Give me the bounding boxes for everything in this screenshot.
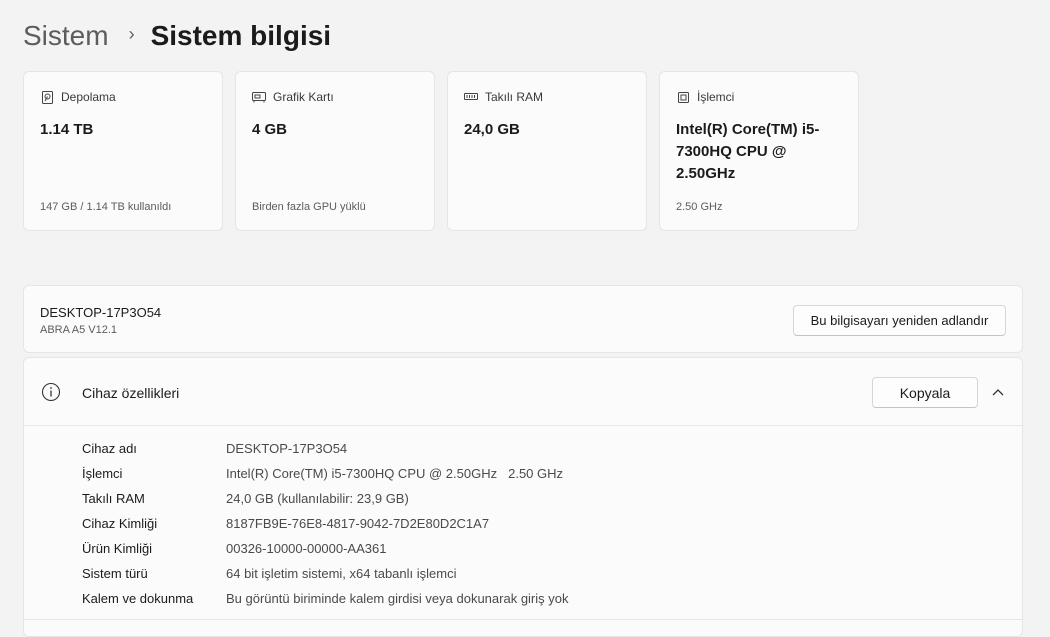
card-subtitle: Birden fazla GPU yüklü xyxy=(252,201,366,213)
spec-label: Ürün Kimliği xyxy=(82,541,153,556)
summary-cards: Depolama 1.14 TB 147 GB / 1.14 TB kullan… xyxy=(23,71,859,231)
card-subtitle: 2.50 GHz xyxy=(676,201,723,213)
spec-value: DESKTOP-17P3O54 xyxy=(226,441,348,456)
spec-row-processor: İşlemci Intel(R) Core(TM) i5-7300HQ CPU … xyxy=(82,461,569,486)
spec-value: 64 bit işletim sistemi, x64 tabanlı işle… xyxy=(226,566,457,581)
specs-title: Cihaz özellikleri xyxy=(82,385,180,401)
card-title: Takılı RAM xyxy=(485,90,544,104)
card-title: İşlemci xyxy=(697,90,735,104)
spec-row-pen-touch: Kalem ve dokunma Bu görüntü biriminde ka… xyxy=(82,586,569,611)
card-processor: İşlemci Intel(R) Core(TM) i5-7300HQ CPU … xyxy=(659,71,859,231)
spec-value: Intel(R) Core(TM) i5-7300HQ CPU @ 2.50GH… xyxy=(226,466,498,481)
info-icon xyxy=(41,382,61,402)
card-title: Grafik Kartı xyxy=(273,90,334,104)
spec-value: Bu görüntü biriminde kalem girdisi veya … xyxy=(226,591,569,606)
spec-value: 8187FB9E-76E8-4817-9042-7D2E80D2C1A7 xyxy=(226,516,490,531)
spec-value: 24,0 GB (kullanılabilir: 23,9 GB) xyxy=(226,491,409,506)
spec-row-ram: Takılı RAM 24,0 GB (kullanılabilir: 23,9… xyxy=(82,486,569,511)
device-specifications-panel: Cihaz özellikleri Kopyala Cihaz adı DESK… xyxy=(23,357,1023,637)
device-name: DESKTOP-17P3O54 xyxy=(40,305,162,320)
spec-label: Cihaz Kimliği xyxy=(82,516,158,531)
card-graphics: Grafik Kartı 4 GB Birden fazla GPU yüklü xyxy=(235,71,435,231)
spec-row-system-type: Sistem türü 64 bit işletim sistemi, x64 … xyxy=(82,561,569,586)
divider xyxy=(24,619,1022,620)
rename-pc-button[interactable]: Bu bilgisayarı yeniden adlandır xyxy=(793,305,1006,336)
card-storage: Depolama 1.14 TB 147 GB / 1.14 TB kullan… xyxy=(23,71,223,231)
spec-label: Sistem türü xyxy=(82,566,148,581)
storage-icon xyxy=(40,90,54,104)
spec-row-product-id: Ürün Kimliği 00326-10000-00000-AA361 xyxy=(82,536,569,561)
card-title: Depolama xyxy=(61,90,116,104)
specs-list: Cihaz adı DESKTOP-17P3O54 İşlemci Intel(… xyxy=(82,436,569,611)
card-value: 24,0 GB xyxy=(464,121,520,138)
spec-row-device-name: Cihaz adı DESKTOP-17P3O54 xyxy=(82,436,569,461)
breadcrumb: Sistem › Sistem bilgisi xyxy=(23,16,331,56)
spec-label: Kalem ve dokunma xyxy=(82,591,194,606)
card-value: 1.14 TB xyxy=(40,121,94,138)
copy-button[interactable]: Kopyala xyxy=(872,377,978,408)
card-ram: Takılı RAM 24,0 GB xyxy=(447,71,647,231)
processor-icon xyxy=(676,90,690,104)
device-model: ABRA A5 V12.1 xyxy=(40,324,118,336)
spec-value: 00326-10000-00000-AA361 xyxy=(226,541,387,556)
spec-label: Takılı RAM xyxy=(82,491,145,506)
device-name-panel: DESKTOP-17P3O54 ABRA A5 V12.1 Bu bilgisa… xyxy=(23,285,1023,353)
ram-icon xyxy=(464,90,478,104)
card-subtitle: 147 GB / 1.14 TB kullanıldı xyxy=(40,201,172,213)
page-title: Sistem bilgisi xyxy=(150,20,332,51)
breadcrumb-parent[interactable]: Sistem xyxy=(23,20,109,52)
breadcrumb-separator: › xyxy=(128,23,135,44)
spec-value-extra: 2.50 GHz xyxy=(508,466,564,481)
spec-label: İşlemci xyxy=(82,466,123,481)
spec-label: Cihaz adı xyxy=(82,441,137,456)
card-value: Intel(R) Core(TM) i5-7300HQ CPU @ 2.50GH… xyxy=(676,121,820,182)
spec-row-device-id: Cihaz Kimliği 8187FB9E-76E8-4817-9042-7D… xyxy=(82,511,569,536)
chevron-up-icon[interactable] xyxy=(990,384,1006,400)
card-value: 4 GB xyxy=(252,121,288,138)
graphics-card-icon xyxy=(252,90,266,104)
specs-header[interactable]: Cihaz özellikleri Kopyala xyxy=(24,358,1022,426)
